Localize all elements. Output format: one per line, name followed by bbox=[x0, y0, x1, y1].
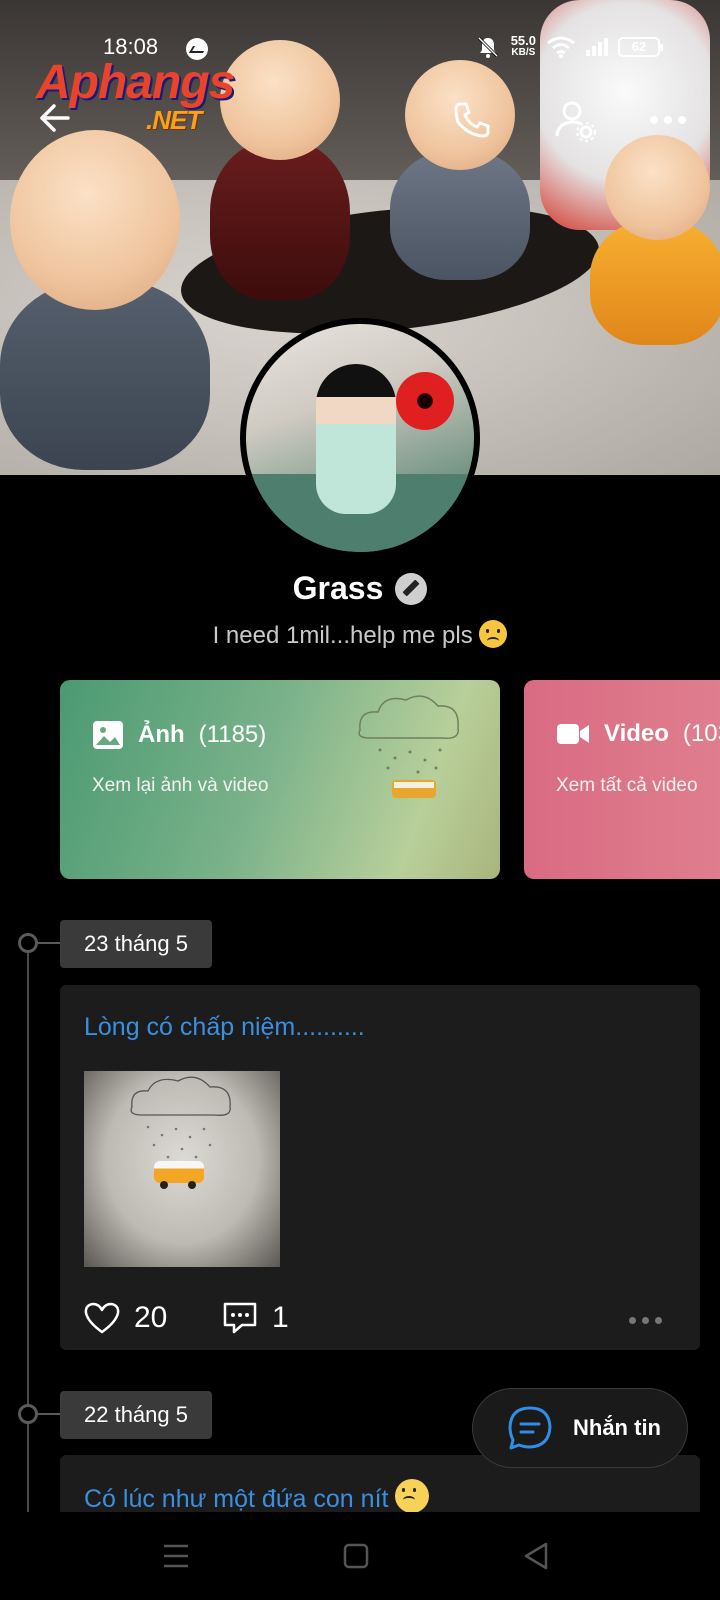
post-actions: 20 1 bbox=[84, 1301, 676, 1341]
timeline-tick bbox=[37, 1413, 61, 1415]
timeline-tick bbox=[37, 942, 61, 944]
timeline-post[interactable]: Lòng có chấp niệm.......... 20 1 bbox=[60, 985, 700, 1350]
message-button[interactable]: Nhắn tin bbox=[472, 1388, 688, 1468]
home-square-icon[interactable] bbox=[332, 1532, 380, 1580]
videos-card-title: Video (103 bbox=[556, 720, 720, 748]
videos-card-subtitle: Xem tất cả video bbox=[556, 775, 698, 796]
timeline-dot bbox=[18, 933, 38, 953]
more-options-icon[interactable] bbox=[644, 96, 692, 144]
timeline-line bbox=[27, 943, 29, 1513]
comment-button[interactable]: 1 bbox=[222, 1301, 289, 1335]
menu-icon[interactable] bbox=[152, 1532, 200, 1580]
message-button-label: Nhắn tin bbox=[573, 1415, 661, 1440]
videos-card[interactable]: Video (103 Xem tất cả video bbox=[524, 680, 720, 879]
battery-icon: 62 bbox=[618, 37, 663, 57]
photos-card-count: (1185) bbox=[198, 721, 267, 748]
back-arrow-icon[interactable] bbox=[34, 96, 78, 140]
like-button[interactable]: 20 bbox=[84, 1301, 167, 1335]
timeline-date-chip: 22 tháng 5 bbox=[60, 1391, 212, 1439]
network-speed-value: 55.0 bbox=[510, 33, 536, 48]
photos-card-label: Ảnh bbox=[138, 721, 185, 748]
profile-name-row: Grass bbox=[0, 570, 720, 607]
heart-icon bbox=[84, 1302, 120, 1334]
profile-name: Grass bbox=[292, 570, 384, 606]
photos-card-title: Ảnh (1185) bbox=[92, 720, 266, 750]
post-text[interactable]: Lòng có chấp niệm.......... bbox=[84, 1013, 365, 1042]
cover-figurine-orange bbox=[590, 135, 720, 345]
timeline-date-chip: 23 tháng 5 bbox=[60, 920, 212, 968]
post-image[interactable] bbox=[84, 1071, 280, 1267]
comment-icon bbox=[223, 1302, 257, 1334]
wifi-icon bbox=[547, 36, 575, 58]
avatar-photo bbox=[246, 324, 474, 552]
videos-card-count: (103 bbox=[682, 720, 720, 747]
timeline-dot bbox=[18, 1404, 38, 1424]
profile-status-text: I need 1mil...help me pls bbox=[212, 622, 473, 649]
status-indicators: 55.0 KB/S 62 bbox=[475, 33, 663, 60]
network-speed: 55.0 KB/S bbox=[510, 33, 536, 59]
like-count: 20 bbox=[134, 1301, 168, 1334]
videos-card-label: Video bbox=[604, 720, 669, 747]
cloud-sketch-decor bbox=[358, 695, 459, 798]
image-icon bbox=[93, 721, 123, 749]
photos-card[interactable]: Ảnh (1185) Xem lại ảnh và video bbox=[60, 680, 500, 879]
photos-card-subtitle: Xem lại ảnh và video bbox=[92, 775, 269, 796]
chat-bubble-icon bbox=[508, 1406, 552, 1450]
grin-emoji-icon bbox=[395, 1479, 430, 1512]
cover-figurine-left bbox=[0, 130, 220, 470]
mute-bell-icon bbox=[477, 36, 498, 58]
post-more-icon[interactable] bbox=[629, 1317, 662, 1324]
watermark-tld: .NET bbox=[146, 105, 202, 135]
network-speed-unit: KB/S bbox=[511, 47, 536, 58]
post-text[interactable]: Có lúc như một đứa con nít bbox=[84, 1479, 430, 1512]
profile-settings-icon[interactable] bbox=[552, 96, 600, 144]
sad-face-emoji-icon bbox=[479, 620, 508, 648]
toy-bus bbox=[154, 1161, 204, 1189]
comment-count: 1 bbox=[272, 1301, 289, 1334]
post-text-content: Có lúc như một đứa con nít bbox=[84, 1485, 389, 1512]
back-triangle-icon[interactable] bbox=[512, 1532, 560, 1580]
system-nav-bar bbox=[0, 1512, 720, 1600]
video-camera-icon bbox=[557, 724, 589, 744]
profile-status[interactable]: I need 1mil...help me pls bbox=[0, 620, 720, 650]
cover-figurine-grey bbox=[385, 60, 535, 280]
phone-call-icon[interactable] bbox=[448, 96, 496, 144]
profile-avatar[interactable] bbox=[240, 318, 480, 558]
signal-icon bbox=[586, 38, 608, 56]
edit-pencil-icon[interactable] bbox=[395, 572, 428, 605]
